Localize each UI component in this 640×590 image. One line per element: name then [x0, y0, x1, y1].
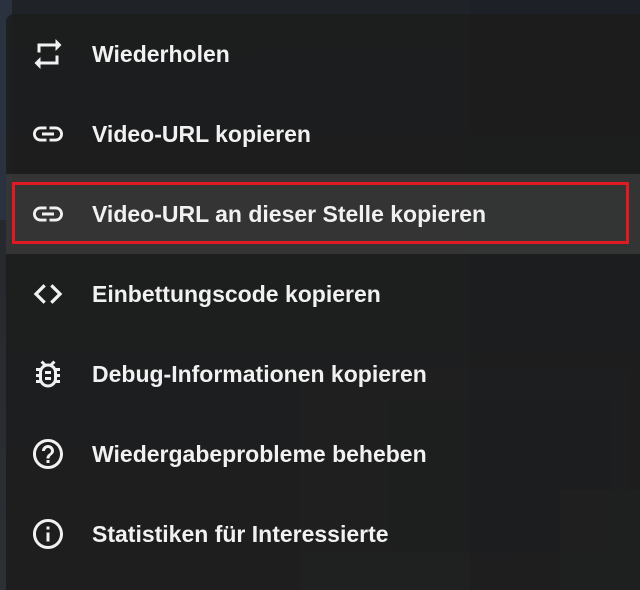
video-player-area: Wiederholen Video-URL kopieren Video-URL…: [0, 0, 640, 590]
menu-item-copy-debug-info[interactable]: Debug-Informationen kopieren: [6, 334, 640, 414]
menu-item-loop[interactable]: Wiederholen: [6, 14, 640, 94]
menu-item-stats-for-nerds[interactable]: Statistiken für Interessierte: [6, 494, 640, 574]
menu-item-copy-embed-code[interactable]: Einbettungscode kopieren: [6, 254, 640, 334]
menu-item-copy-video-url-at-time[interactable]: Video-URL an dieser Stelle kopieren: [6, 174, 640, 254]
menu-item-label: Wiederholen: [92, 41, 230, 67]
context-menu: Wiederholen Video-URL kopieren Video-URL…: [6, 14, 640, 590]
menu-item-label: Einbettungscode kopieren: [92, 281, 381, 307]
link-icon: [30, 116, 66, 152]
menu-item-label: Video-URL kopieren: [92, 121, 311, 147]
menu-item-label: Wiedergabeprobleme beheben: [92, 441, 427, 467]
link-icon: [30, 196, 66, 232]
menu-item-label: Debug-Informationen kopieren: [92, 361, 427, 387]
info-circle-icon: [30, 516, 66, 552]
loop-icon: [30, 36, 66, 72]
menu-item-label: Video-URL an dieser Stelle kopieren: [92, 201, 487, 227]
menu-item-label: Statistiken für Interessierte: [92, 521, 389, 547]
menu-item-troubleshoot-playback[interactable]: Wiedergabeprobleme beheben: [6, 414, 640, 494]
code-icon: [30, 276, 66, 312]
help-circle-icon: [30, 436, 66, 472]
bug-icon: [30, 356, 66, 392]
menu-item-copy-video-url[interactable]: Video-URL kopieren: [6, 94, 640, 174]
